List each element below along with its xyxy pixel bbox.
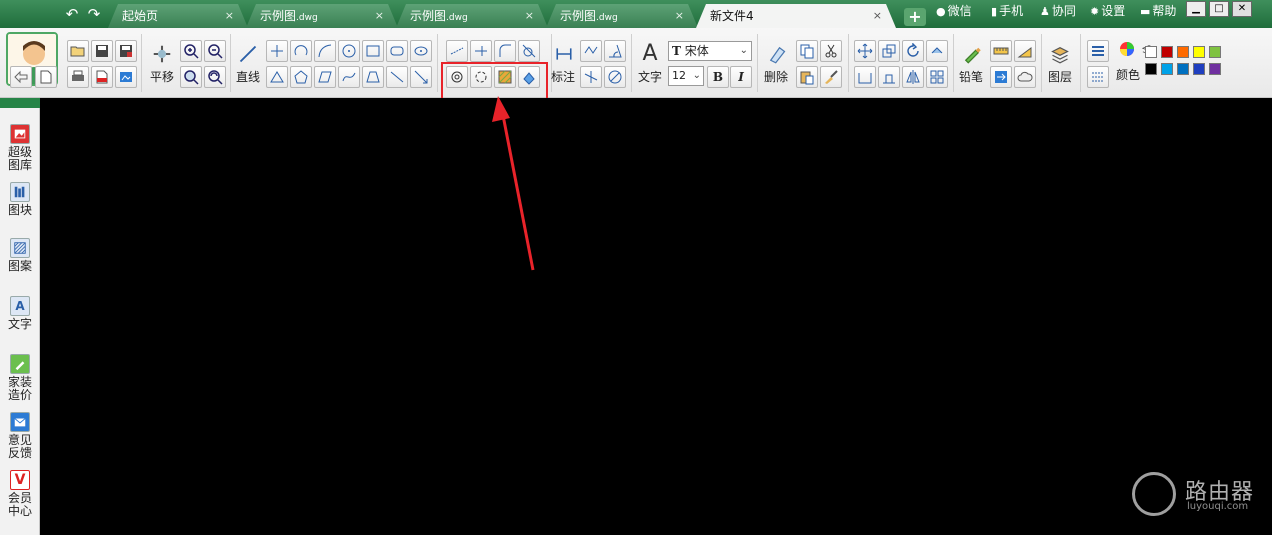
watermark-logo: 路由器 luyouqi.com bbox=[1132, 472, 1262, 516]
router-icon bbox=[1132, 472, 1176, 516]
watermark-url: luyouqi.com bbox=[1187, 501, 1249, 512]
annotation-arrow bbox=[492, 96, 535, 271]
cad-app-window: ↶ ↷ 起始页 × 示例图.dwg × 示例图.dwg × 示例图.dwg × … bbox=[0, 0, 1272, 535]
